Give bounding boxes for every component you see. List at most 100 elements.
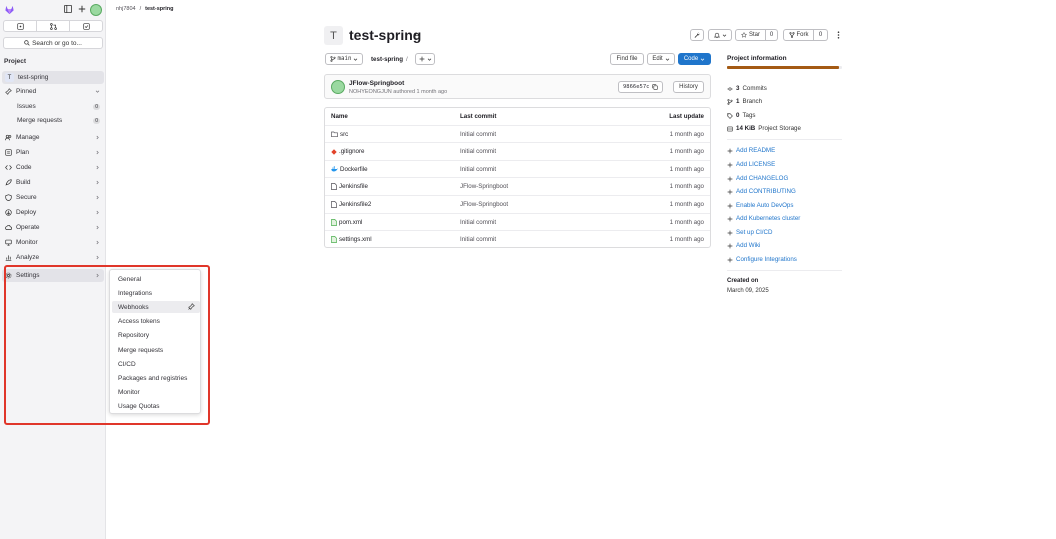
fork-count[interactable]: 0 xyxy=(814,29,828,41)
repo-path[interactable]: test-spring xyxy=(371,56,403,63)
plus-icon[interactable] xyxy=(78,5,87,14)
file-last-commit[interactable]: Initial commit xyxy=(460,219,496,226)
history-button[interactable]: History xyxy=(673,81,704,93)
issues-tab[interactable] xyxy=(4,21,37,31)
table-row[interactable]: Jenkinsfile JFlow-Springboot 1 month ago xyxy=(325,178,710,196)
flyout-item-ci-cd[interactable]: CI/CD xyxy=(112,358,200,370)
flyout-item-repository[interactable]: Repository xyxy=(112,329,200,341)
admin-button[interactable] xyxy=(690,29,704,41)
commits-count: 3 xyxy=(736,85,740,92)
flyout-item-packages-and-registries[interactable]: Packages and registries xyxy=(112,372,200,384)
gitlab-logo-icon[interactable] xyxy=(4,4,15,15)
sidebar-item-merge-requests[interactable]: Merge requests 0 xyxy=(2,114,104,127)
edit-dropdown-button[interactable]: Edit xyxy=(647,53,675,65)
search-button[interactable]: Search or go to... xyxy=(3,37,103,49)
add-kubernetes-cluster-link[interactable]: Add Kubernetes cluster xyxy=(727,215,800,222)
sidebar-item-pinned[interactable]: Pinned xyxy=(2,85,104,98)
breadcrumb-separator: / xyxy=(139,6,142,12)
flyout-item-usage-quotas[interactable]: Usage Quotas xyxy=(112,400,200,412)
language-bar[interactable] xyxy=(727,66,842,69)
file-name[interactable]: settings.xml xyxy=(339,236,372,243)
sidebar: Search or go to... Project T test-spring… xyxy=(0,0,106,539)
star-button[interactable]: Star xyxy=(735,29,766,41)
find-file-button[interactable]: Find file xyxy=(610,53,644,65)
sidebar-item-plan[interactable]: Plan xyxy=(2,146,104,159)
flyout-item-webhooks[interactable]: Webhooks xyxy=(112,301,200,313)
breadcrumb-user[interactable]: nhj7804 xyxy=(116,6,136,12)
file-name[interactable]: Jenkinsfile2 xyxy=(339,201,371,208)
file-last-commit[interactable]: Initial commit xyxy=(460,131,496,138)
branch-selector[interactable]: main xyxy=(325,53,363,65)
table-row[interactable]: src Initial commit 1 month ago xyxy=(325,126,710,144)
commits-link[interactable]: 3 Commits xyxy=(727,85,767,92)
file-name[interactable]: pom.xml xyxy=(339,219,362,226)
file-name[interactable]: Jenkinsfile xyxy=(339,183,368,190)
breadcrumb: nhj7804 / test-spring xyxy=(116,6,174,12)
sidebar-item-secure[interactable]: Secure xyxy=(2,191,104,204)
breadcrumb-project[interactable]: test-spring xyxy=(145,6,173,12)
add-wiki-link[interactable]: Add Wiki xyxy=(727,242,760,249)
set-up-ci-cd-link[interactable]: Set up CI/CD xyxy=(727,229,772,236)
file-last-commit[interactable]: Initial commit xyxy=(460,148,496,155)
sidebar-item-monitor[interactable]: Monitor xyxy=(2,236,104,249)
sidebar-item-project[interactable]: T test-spring xyxy=(2,71,104,84)
merge-requests-tab[interactable] xyxy=(37,21,70,31)
add-changelog-link[interactable]: Add CHANGELOG xyxy=(727,175,788,182)
sidebar-item-deploy[interactable]: Deploy xyxy=(2,206,104,219)
table-row[interactable]: Jenkinsfile2 JFlow-Springboot 1 month ag… xyxy=(325,196,710,214)
table-row[interactable]: pom.xml Initial commit 1 month ago xyxy=(325,214,710,232)
star-count[interactable]: 0 xyxy=(766,29,778,41)
file-last-commit[interactable]: JFlow-Springboot xyxy=(460,183,508,190)
commit-title[interactable]: JFlow-Springboot xyxy=(349,80,404,87)
file-last-commit[interactable]: JFlow-Springboot xyxy=(460,201,508,208)
code-dropdown-button[interactable]: Code xyxy=(678,53,711,65)
add-license-link[interactable]: Add LICENSE xyxy=(727,161,775,168)
branch-label: Branch xyxy=(742,98,763,105)
more-actions-icon[interactable] xyxy=(835,31,841,39)
todo-tab[interactable] xyxy=(70,21,102,31)
pin-icon[interactable] xyxy=(188,303,195,310)
tags-link[interactable]: 0 Tags xyxy=(727,112,756,119)
storage-link[interactable]: 14 KiB Project Storage xyxy=(727,125,801,132)
sidebar-item-settings[interactable]: Settings xyxy=(2,269,104,282)
edit-label: Edit xyxy=(652,56,663,62)
flyout-item-general[interactable]: General xyxy=(112,273,200,285)
file-name[interactable]: Dockerfile xyxy=(340,166,368,173)
sidebar-item-operate[interactable]: Operate xyxy=(2,221,104,234)
flyout-item-integrations[interactable]: Integrations xyxy=(112,287,200,299)
add-readme-link[interactable]: Add README xyxy=(727,147,775,154)
branches-link[interactable]: 1 Branch xyxy=(727,98,762,105)
bell-icon xyxy=(713,32,720,38)
file-last-commit[interactable]: Initial commit xyxy=(460,166,496,173)
file-name[interactable]: .gitignore xyxy=(339,148,364,155)
chevron-right-icon xyxy=(95,273,100,278)
link-label: Set up CI/CD xyxy=(736,229,773,236)
tag-icon xyxy=(727,112,733,119)
file-name[interactable]: src xyxy=(340,131,348,138)
enable-auto-devops-link[interactable]: Enable Auto DevOps xyxy=(727,202,793,209)
copy-icon[interactable] xyxy=(652,84,658,90)
add-contributing-link[interactable]: Add CONTRIBUTING xyxy=(727,188,796,195)
add-to-tree-button[interactable] xyxy=(415,53,435,65)
flyout-item-merge-requests[interactable]: Merge requests xyxy=(112,344,200,356)
table-row[interactable]: .gitignore Initial commit 1 month ago xyxy=(325,143,710,161)
notifications-button[interactable] xyxy=(708,29,732,41)
sidebar-item-build[interactable]: Build xyxy=(2,176,104,189)
file-last-commit[interactable]: Initial commit xyxy=(460,236,496,243)
commit-author-avatar[interactable] xyxy=(331,80,345,94)
commit-sha-button[interactable]: 9866e57c xyxy=(618,81,663,93)
flyout-item-access-tokens[interactable]: Access tokens xyxy=(112,315,200,327)
user-avatar[interactable] xyxy=(90,4,102,16)
sidebar-item-issues[interactable]: Issues 0 xyxy=(2,100,104,113)
flyout-item-monitor[interactable]: Monitor xyxy=(112,386,200,398)
fork-button[interactable]: Fork xyxy=(783,29,814,41)
sidebar-item-label: test-spring xyxy=(18,74,49,81)
sidebar-item-manage[interactable]: Manage xyxy=(2,131,104,144)
configure-integrations-link[interactable]: Configure Integrations xyxy=(727,256,797,263)
plus-icon xyxy=(727,216,733,222)
sidebar-item-code[interactable]: Code xyxy=(2,161,104,174)
sidebar-toggle-icon[interactable] xyxy=(64,5,73,14)
table-row[interactable]: settings.xml Initial commit 1 month ago xyxy=(325,231,710,249)
table-row[interactable]: Dockerfile Initial commit 1 month ago xyxy=(325,161,710,179)
sidebar-item-analyze[interactable]: Analyze xyxy=(2,251,104,264)
